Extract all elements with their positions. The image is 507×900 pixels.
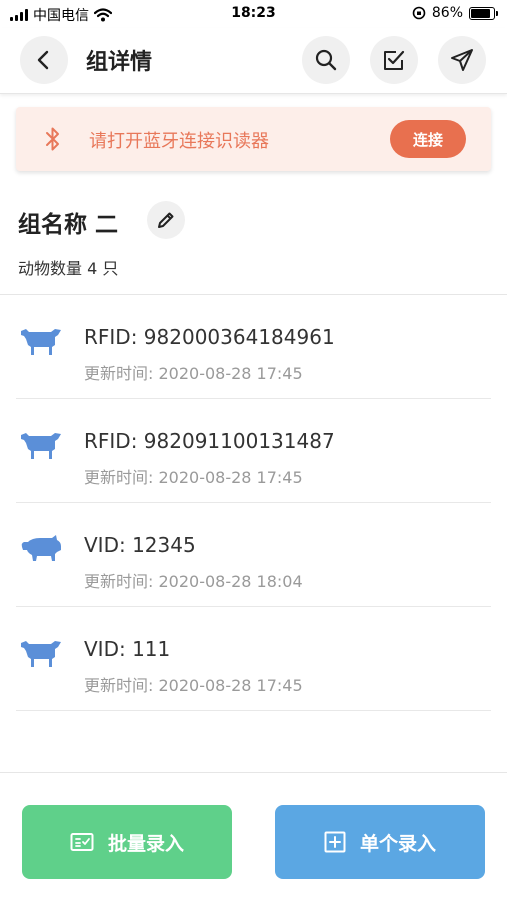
list-item[interactable]: RFID: 982000364184961 更新时间: 2020-08-28 1… [0, 295, 507, 399]
add-square-icon [324, 831, 346, 853]
cow-icon [21, 641, 61, 667]
connect-button[interactable]: 连接 [390, 120, 466, 158]
single-entry-label: 单个录入 [359, 833, 436, 855]
back-icon [37, 50, 49, 70]
animal-updated: 更新时间: 2020-08-28 17:45 [84, 468, 303, 487]
bluetooth-message: 请打开蓝牙连接识读器 [89, 131, 269, 152]
pig-icon [21, 535, 61, 561]
back-button[interactable] [20, 36, 68, 84]
animal-updated: 更新时间: 2020-08-28 17:45 [84, 364, 303, 383]
bluetooth-banner: 请打开蓝牙连接识读器 连接 [16, 107, 491, 171]
checkbox-icon [384, 50, 405, 70]
orientation-lock-icon [412, 6, 426, 20]
animal-id: RFID: 982091100131487 [84, 429, 335, 453]
edit-group-button[interactable] [147, 201, 185, 239]
divider [0, 772, 507, 773]
batch-entry-button[interactable]: 批量录入 [22, 805, 232, 879]
animal-updated: 更新时间: 2020-08-28 17:45 [84, 676, 303, 695]
search-icon [315, 49, 337, 71]
search-button[interactable] [302, 36, 350, 84]
cow-icon [21, 329, 61, 355]
app-header: 组详情 [0, 28, 507, 94]
page-title: 组详情 [86, 50, 153, 75]
send-button[interactable] [438, 36, 486, 84]
list-item[interactable]: VID: 12345 更新时间: 2020-08-28 18:04 [0, 503, 507, 607]
cow-icon [21, 433, 61, 459]
single-entry-button[interactable]: 单个录入 [275, 805, 485, 879]
bluetooth-icon [46, 127, 59, 151]
animal-id: RFID: 982000364184961 [84, 325, 335, 349]
animal-list: RFID: 982000364184961 更新时间: 2020-08-28 1… [0, 295, 507, 711]
pencil-icon [158, 212, 174, 228]
animal-updated: 更新时间: 2020-08-28 18:04 [84, 572, 303, 591]
list-item[interactable]: VID: 111 更新时间: 2020-08-28 17:45 [0, 607, 507, 711]
battery-icon [469, 6, 498, 20]
select-button[interactable] [370, 36, 418, 84]
animal-id: VID: 111 [84, 637, 171, 661]
list-item[interactable]: RFID: 982091100131487 更新时间: 2020-08-28 1… [0, 399, 507, 503]
status-right: 86% [412, 5, 498, 21]
send-icon [451, 49, 473, 71]
animal-count: 动物数量 4 只 [18, 259, 119, 278]
batch-entry-label: 批量录入 [107, 833, 184, 855]
animal-id: VID: 12345 [84, 533, 196, 557]
battery-percent: 86% [431, 5, 463, 21]
status-bar: 中国电信 18:23 86% [0, 0, 507, 28]
battery-level [471, 8, 490, 18]
group-name: 组名称 二 [18, 212, 119, 238]
list-card-icon [70, 833, 94, 851]
